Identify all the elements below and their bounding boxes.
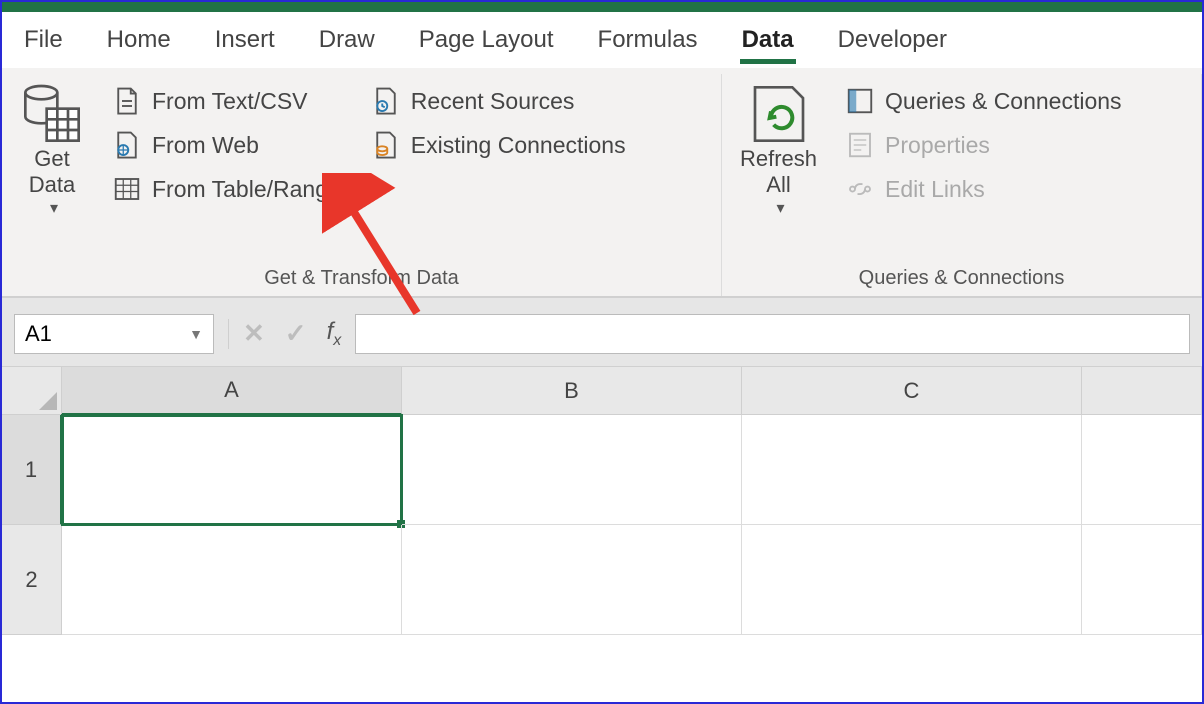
column-header-c[interactable]: C [742,367,1082,415]
tab-formulas[interactable]: Formulas [596,20,700,68]
ribbon: Get Data ▾ From Text/CSV From Web From T… [2,68,1202,298]
column-header-a[interactable]: A [62,367,402,415]
properties-button: Properties [839,128,1128,162]
properties-label: Properties [885,132,990,159]
enter-icon: ✓ [285,318,307,349]
tab-page-layout[interactable]: Page Layout [417,20,556,68]
cell-b1[interactable] [402,415,742,525]
ribbon-group-get-transform: Get Data ▾ From Text/CSV From Web From T… [2,74,722,296]
cell-c1[interactable] [742,415,1082,525]
recent-sources-label: Recent Sources [411,88,575,115]
table-icon [112,174,142,204]
formula-input[interactable] [355,314,1190,354]
select-all-corner[interactable] [2,367,62,415]
column-header-d[interactable] [1082,367,1202,415]
cell-b2[interactable] [402,525,742,635]
pane-icon [845,86,875,116]
from-table-range-button[interactable]: From Table/Range [106,172,347,206]
from-text-csv-button[interactable]: From Text/CSV [106,84,347,118]
dropdown-icon[interactable]: ▼ [189,326,203,342]
tab-draw[interactable]: Draw [317,20,377,68]
connections-file-icon [371,130,401,160]
queries-connections-button[interactable]: Queries & Connections [839,84,1128,118]
tab-file[interactable]: File [22,20,65,68]
existing-connections-label: Existing Connections [411,132,626,159]
refresh-icon [747,82,811,146]
ribbon-tabs: File Home Insert Draw Page Layout Formul… [2,12,1202,68]
cancel-icon: ✕ [243,318,265,349]
separator [228,319,229,349]
tab-insert[interactable]: Insert [213,20,277,68]
group-label-queries-connections: Queries & Connections [736,261,1187,292]
get-data-button[interactable]: Get Data ▾ [16,78,88,222]
chevron-down-icon: ▾ [50,199,58,218]
database-grid-icon [20,82,84,146]
queries-connections-label: Queries & Connections [885,88,1122,115]
name-box[interactable]: A1 ▼ [14,314,214,354]
edit-links-button: Edit Links [839,172,1128,206]
get-data-label: Get Data [29,146,75,199]
row-header-2[interactable]: 2 [2,525,62,635]
formula-bar: A1 ▼ ✕ ✓ fx [2,298,1202,367]
group-label-get-transform: Get & Transform Data [16,261,707,292]
cell-c2[interactable] [742,525,1082,635]
cell-a1[interactable] [62,415,402,525]
edit-links-label: Edit Links [885,176,985,203]
cell-d1[interactable] [1082,415,1202,525]
recent-file-icon [371,86,401,116]
refresh-all-label: Refresh All [740,146,817,199]
from-text-csv-label: From Text/CSV [152,88,308,115]
worksheet-grid[interactable]: A B C 1 2 [2,367,1202,635]
recent-sources-button[interactable]: Recent Sources [365,84,632,118]
properties-icon [845,130,875,160]
from-table-range-label: From Table/Range [152,176,341,203]
web-file-icon [112,130,142,160]
chevron-down-icon: ▾ [777,199,785,218]
insert-function-button[interactable]: fx [327,318,342,350]
column-header-b[interactable]: B [402,367,742,415]
tab-developer[interactable]: Developer [836,20,949,68]
title-bar [2,2,1202,12]
existing-connections-button[interactable]: Existing Connections [365,128,632,162]
row-header-1[interactable]: 1 [2,415,62,525]
cell-a2[interactable] [62,525,402,635]
tab-data[interactable]: Data [740,20,796,68]
cell-d2[interactable] [1082,525,1202,635]
ribbon-group-queries-connections: Refresh All ▾ Queries & Connections Prop… [722,74,1202,296]
text-file-icon [112,86,142,116]
refresh-all-button[interactable]: Refresh All ▾ [736,78,821,222]
edit-links-icon [845,174,875,204]
name-box-value: A1 [25,321,52,347]
from-web-button[interactable]: From Web [106,128,347,162]
tab-home[interactable]: Home [105,20,173,68]
from-web-label: From Web [152,132,259,159]
